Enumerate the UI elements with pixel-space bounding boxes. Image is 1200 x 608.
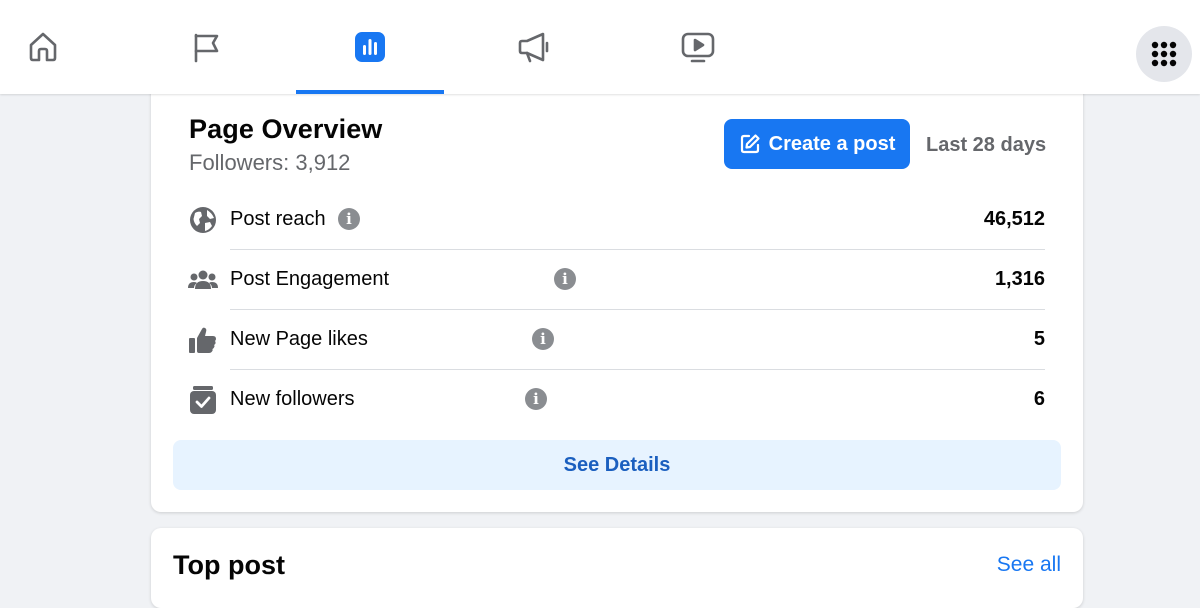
top-post-title: Top post (173, 550, 285, 580)
home-icon (29, 32, 57, 62)
metric-label: Post Engagement (230, 268, 389, 290)
follower-check-icon (190, 386, 216, 414)
nav-tab-home[interactable] (0, 0, 86, 94)
divider (230, 309, 1045, 310)
grid-menu-icon (1151, 41, 1177, 67)
video-icon (681, 32, 715, 63)
nav-tab-insights[interactable] (296, 0, 444, 94)
create-post-button[interactable]: Create a post (724, 119, 910, 169)
menu-button[interactable] (1136, 26, 1192, 82)
thumbs-up-icon (189, 327, 216, 353)
metric-label: New followers (230, 388, 355, 410)
date-range-selector[interactable]: Last 28 days (926, 134, 1046, 157)
followers-count: Followers: 3,912 (189, 150, 351, 175)
metric-value: 6 (1033, 388, 1045, 410)
nav-tab-pages[interactable] (148, 0, 264, 94)
top-post-card: Top post See all (151, 528, 1083, 608)
see-details-button[interactable]: See Details (173, 440, 1061, 490)
metric-row-new-page-likes: New Page likes i 5 (187, 324, 1045, 384)
metric-value: 1,316 (994, 268, 1045, 290)
info-icon[interactable]: i (554, 268, 576, 290)
megaphone-icon (518, 32, 549, 63)
metric-label: New Page likes (230, 328, 368, 350)
info-icon[interactable]: i (338, 208, 360, 230)
globe-icon (190, 207, 216, 233)
see-all-link[interactable]: See all (997, 553, 1061, 577)
metric-label: Post reach (230, 208, 326, 230)
info-icon[interactable]: i (525, 388, 547, 410)
metric-row-post-reach: Post reach i 46,512 (187, 204, 1045, 264)
create-post-label: Create a post (768, 132, 896, 155)
nav-tab-video[interactable] (640, 0, 756, 94)
nav-tab-ads[interactable] (476, 0, 592, 94)
metric-value: 46,512 (983, 208, 1045, 230)
divider (230, 369, 1045, 370)
top-navigation-bar (0, 0, 1200, 94)
metric-row-new-followers: New followers i 6 (187, 384, 1045, 444)
people-icon (188, 270, 218, 289)
divider (230, 249, 1045, 250)
bar-chart-icon (355, 32, 385, 62)
page-overview-title: Page Overview (189, 114, 383, 144)
info-icon[interactable]: i (532, 328, 554, 350)
page-overview-card: Page Overview Followers: 3,912 Create a … (151, 70, 1083, 512)
metric-row-post-engagement: Post Engagement i 1,316 (187, 264, 1045, 324)
metric-value: 5 (1033, 328, 1045, 350)
flag-icon (194, 33, 219, 63)
edit-icon (740, 134, 760, 154)
